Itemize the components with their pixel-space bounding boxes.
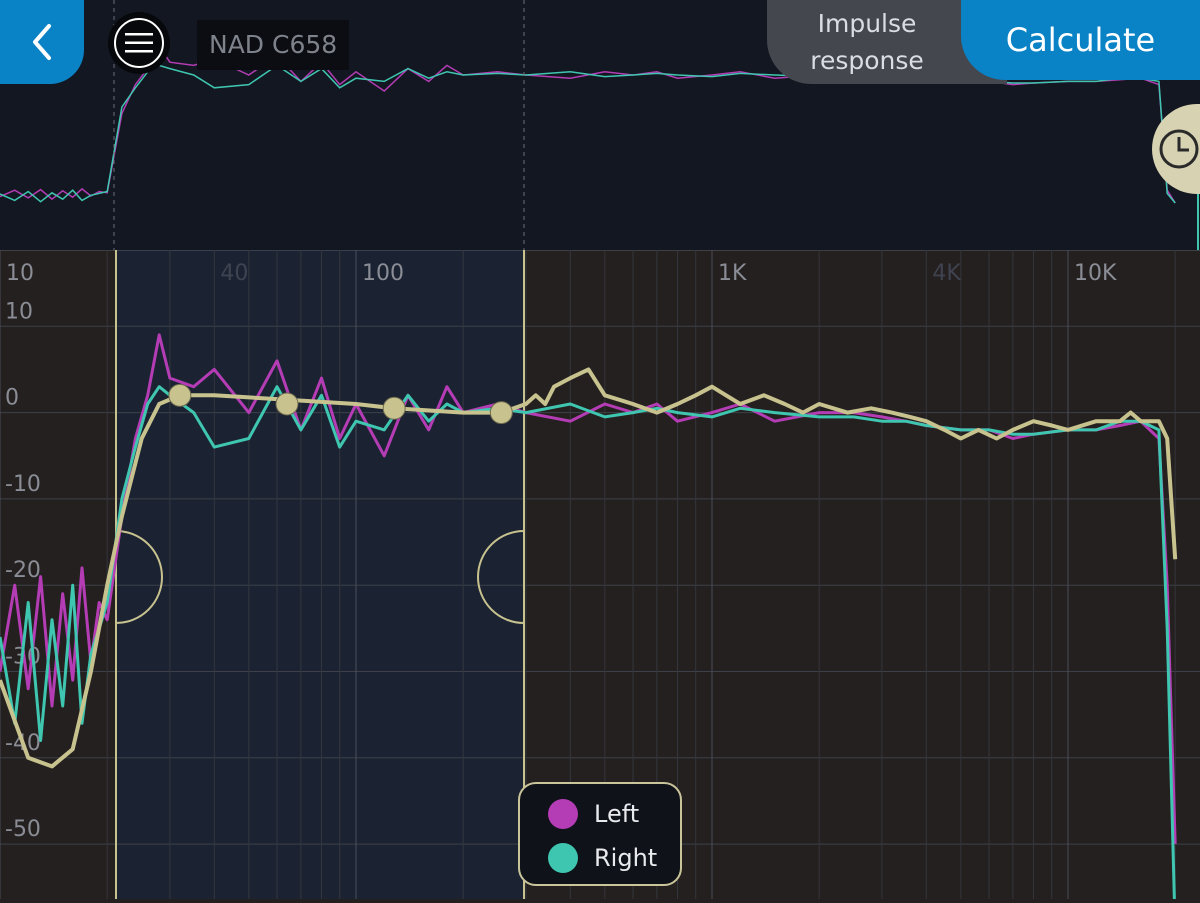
legend-item-left[interactable]: Left — [548, 792, 680, 836]
x-axis-label: 40 — [220, 261, 248, 286]
menu-button[interactable] — [108, 12, 170, 74]
x-axis-label: 10K — [1074, 261, 1117, 286]
legend-item-right[interactable]: Right — [548, 836, 680, 880]
target-control-point[interactable] — [382, 396, 406, 420]
target-control-point[interactable] — [489, 401, 513, 425]
calculate-button[interactable]: Calculate — [961, 0, 1200, 80]
clock-icon — [1159, 129, 1199, 169]
y-axis-label: -10 — [5, 472, 41, 497]
y-axis-label: -20 — [5, 558, 41, 583]
y-axis-label: 10 — [5, 299, 33, 324]
y-axis-label: -50 — [5, 817, 41, 842]
back-button[interactable] — [0, 0, 84, 84]
y-axis-labels: 20100-10-20-30-40-50 — [5, 213, 41, 842]
right-swatch — [548, 843, 578, 873]
menu-ring — [114, 18, 164, 68]
tab-impulse-label: Impulse response — [810, 9, 924, 75]
legend-label-left: Left — [594, 800, 640, 828]
left-swatch — [548, 799, 578, 829]
device-name: NAD C658 — [197, 20, 350, 70]
hamburger-menu-icon — [125, 33, 153, 53]
legend-label-right: Right — [594, 844, 658, 872]
x-axis-label: 1K — [718, 261, 747, 286]
target-control-point[interactable] — [275, 392, 299, 416]
x-axis-label: 100 — [362, 261, 404, 286]
target-control-point[interactable] — [168, 383, 192, 407]
chevron-left-icon — [33, 24, 51, 60]
overview-line-right — [0, 64, 1176, 204]
legend: Left Right — [518, 782, 682, 886]
x-axis-label: 10 — [6, 261, 34, 286]
x-axis-label: 4K — [932, 261, 961, 286]
y-axis-label: 0 — [5, 386, 19, 411]
